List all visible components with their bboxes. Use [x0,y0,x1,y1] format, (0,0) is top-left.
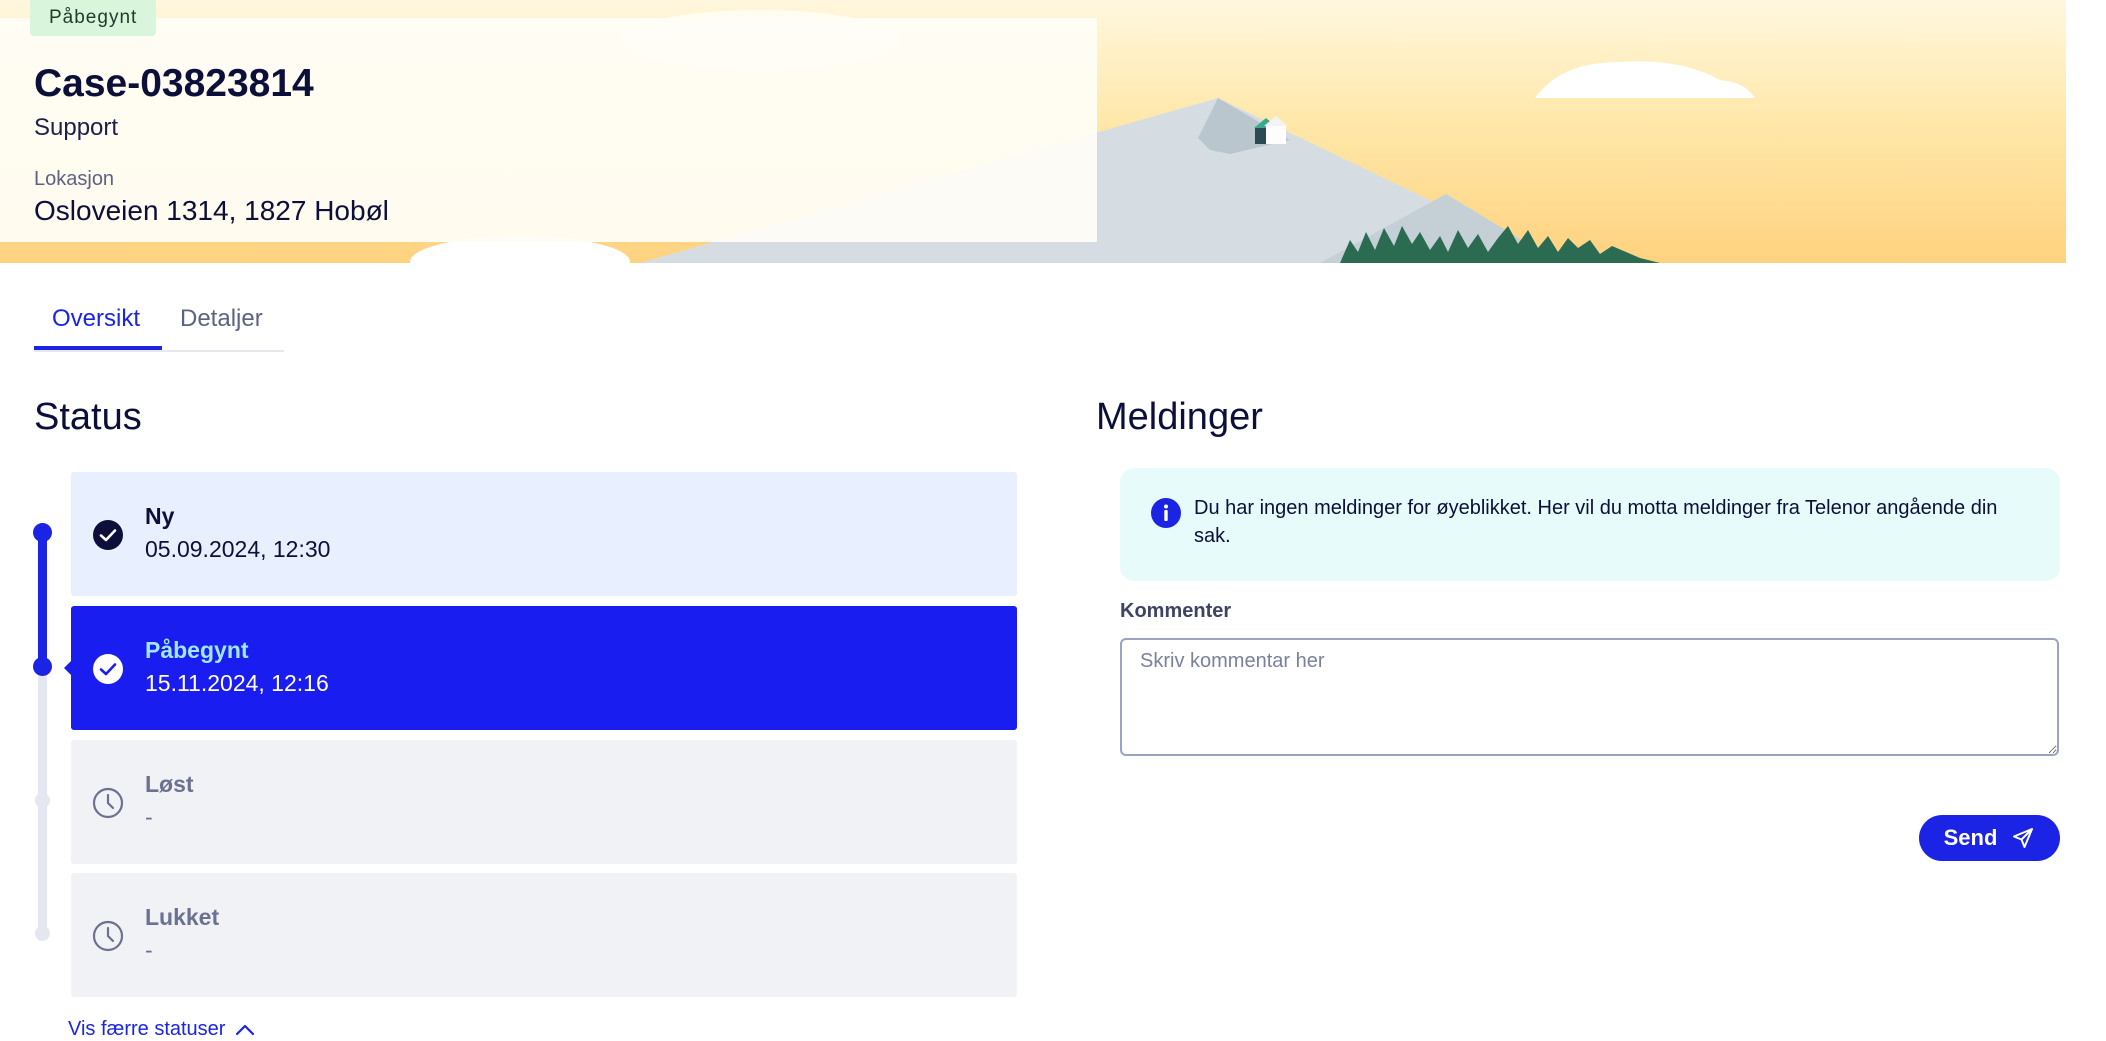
comment-input[interactable] [1120,638,2059,756]
tab-bar: Oversikt Detaljer [34,293,284,352]
status-step-name: Løst [145,771,194,797]
status-step-time: - [145,937,153,963]
info-icon [1151,498,1181,528]
location-value: Osloveien 1314, 1827 Hobøl [34,195,389,226]
status-step-lukket: Lukket - [71,873,1017,997]
case-type: Support [34,114,119,141]
clock-icon [92,787,124,819]
status-step-name: Påbegynt [145,637,249,663]
progress-dot-lukket [35,926,50,941]
progress-dot-ny [33,523,52,542]
progress-dot-pabegynt [33,657,52,676]
info-message-box: Du har ingen meldinger for øyeblikket. H… [1120,468,2060,581]
case-summary-card: Case-03823814 Support Lokasjon Osloveien… [0,18,1097,242]
tab-oversikt[interactable]: Oversikt [52,305,140,333]
info-message-text: Du har ingen meldinger for øyeblikket. H… [1194,497,1998,547]
tab-detaljer[interactable]: Detaljer [180,305,263,333]
status-heading: Status [34,396,142,438]
status-step-time: - [145,804,153,830]
status-step-name: Ny [145,503,175,529]
status-badge: Påbegynt [30,0,157,36]
check-circle-icon [93,520,123,550]
progress-dot-lost [35,793,50,808]
progress-track-fill [38,532,47,667]
status-step-name: Lukket [145,904,220,930]
check-circle-icon [93,654,123,684]
status-step-time: 05.09.2024, 12:30 [145,536,331,562]
send-button-label: Send [1943,825,1998,850]
status-step-ny: Ny 05.09.2024, 12:30 [71,472,1017,596]
clock-icon [92,920,124,952]
status-step-lost: Løst - [71,740,1017,864]
hero-banner: Case-03823814 Support Lokasjon Osloveien… [0,0,2066,263]
active-tab-indicator [34,346,162,350]
send-button[interactable]: Send [1919,815,2060,861]
location-label: Lokasjon [34,168,115,190]
send-icon [2013,828,2034,848]
messages-heading: Meldinger [1096,396,1263,438]
comment-label: Kommenter [1120,600,1232,622]
case-title: Case-03823814 [34,62,314,105]
status-step-time: 15.11.2024, 12:16 [145,670,329,696]
status-step-pabegynt: Påbegynt 15.11.2024, 12:16 [71,606,1017,730]
chevron-up-icon [236,1024,255,1035]
